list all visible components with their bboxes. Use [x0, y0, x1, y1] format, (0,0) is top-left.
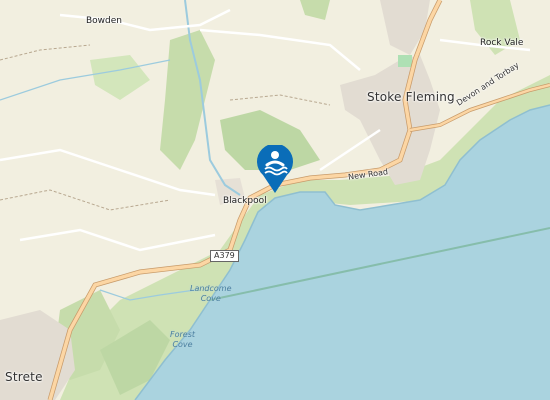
coast-label-line: Forest	[170, 330, 196, 339]
place-label-bowden: Bowden	[86, 16, 122, 26]
location-marker[interactable]	[255, 143, 295, 195]
place-label-strete: Strete	[5, 370, 43, 384]
coast-label-forest-cove: Forest Cove	[170, 330, 195, 350]
coast-label-line: Cove	[172, 340, 193, 349]
coast-label-line: Cove	[200, 294, 221, 303]
sports-pitch	[398, 55, 412, 67]
coast-label-landcombe-cove: Landcome Cove	[190, 284, 232, 304]
place-label-rock-vale: Rock Vale	[480, 38, 524, 48]
place-label-blackpool: Blackpool	[223, 196, 267, 206]
map-canvas[interactable]	[0, 0, 550, 400]
swimming-icon	[257, 143, 293, 193]
coast-label-line: Landcome	[190, 284, 232, 293]
place-label-stoke-fleming: Stoke Fleming	[367, 90, 455, 104]
road-shield-a379: A379	[210, 250, 239, 262]
